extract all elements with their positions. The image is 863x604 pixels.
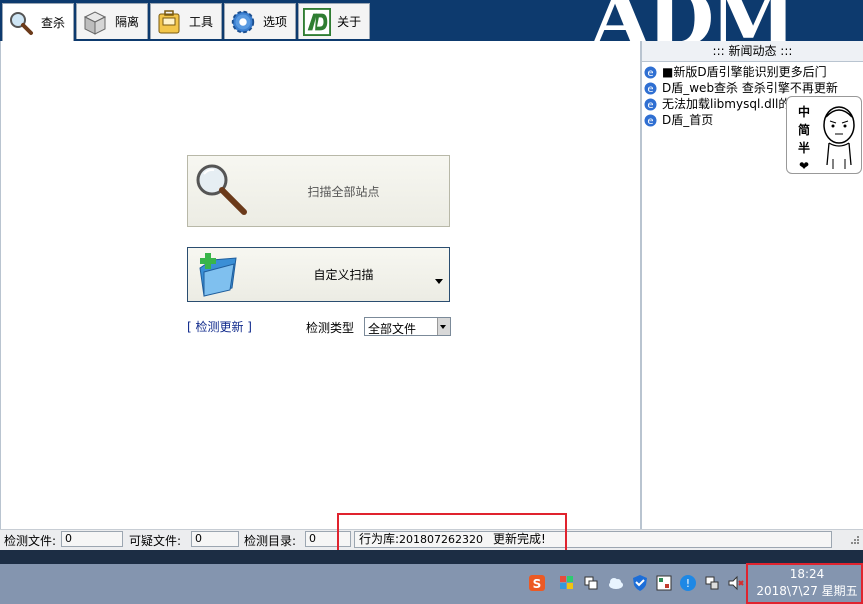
rule-label: 行为库: [359,532,400,546]
flag-icon[interactable] [557,574,575,592]
windows-icon[interactable] [582,574,600,592]
svg-text:e: e [647,84,653,95]
svg-text:S: S [533,577,542,591]
tab-label: 查杀 [41,16,66,30]
ime-charset-label: 简 [797,123,810,137]
scan-all-label: 扫描全部站点 [307,184,380,199]
ie-icon: e [644,114,657,127]
check-update-link[interactable]: [ 检测更新 ] [187,318,252,335]
cloud-icon[interactable] [607,574,625,592]
ime-width-label: 半 [797,141,810,155]
clock-date: 2018\7\27 星期五 [756,584,858,598]
help-icon[interactable]: ! [679,574,697,592]
update-done-text: 更新完成! [493,532,546,546]
ime-mascot-widget[interactable]: 中 简 半 ❤ [786,96,862,174]
files-count: 0 [61,531,123,547]
window-bottom-edge [0,550,863,564]
news-item-label: D盾_首页 [662,113,714,127]
custom-scan-button[interactable]: 自定义扫描 [187,247,450,302]
scan-panel: 扫描全部站点 自定义扫描 [ 检测更新 ] 检测类型 全部文件 [0,41,641,529]
suspicious-label: 可疑文件: [129,534,182,548]
tab-about[interactable]: 关于 [298,3,371,39]
tab-scan[interactable]: 查杀 [2,3,75,41]
scan-type-select[interactable]: 全部文件 [364,317,451,336]
mascot-figure-icon [823,106,855,169]
tab-tools[interactable]: 工具 [150,3,223,39]
scan-all-sites-button[interactable]: 扫描全部站点 [187,155,450,227]
tab-options[interactable]: 选项 [224,3,297,39]
toolbox-icon [155,8,183,36]
gear-icon [229,8,257,36]
news-item[interactable]: e D盾_web查杀 查杀引擎不再更新 [642,80,863,96]
files-label: 检测文件: [4,534,57,548]
tab-label: 隔离 [115,15,140,29]
ie-icon: e [644,66,657,79]
dirs-count: 0 [305,531,351,547]
news-item-label: ■新版D盾引擎能识别更多后门 [662,65,827,79]
tab-quarantine[interactable]: 隔离 [76,3,149,39]
box-icon [81,8,109,36]
sogou-ime-icon[interactable]: S [528,574,546,592]
svg-text:e: e [647,100,653,111]
scan-type-label: 检测类型 [306,321,355,335]
magnifier-icon [7,9,35,37]
ie-icon: e [644,98,657,111]
ime-status-column: 中 简 半 ❤ [796,103,812,175]
status-bar: 检测文件: 0 可疑文件: 0 检测目录: 0 行为库:201807262320… [0,529,863,550]
clock-time: 18:24 [789,567,825,581]
svg-text:e: e [647,116,653,127]
network-tool-icon[interactable] [655,574,673,592]
dirs-label: 检测目录: [244,534,297,548]
scan-type-value: 全部文件 [368,322,417,336]
tab-bar: 查杀 隔离 工具 选项 关于 [2,3,372,41]
ime-mode-label: 中 [797,105,810,119]
taskbar: S ! [0,564,863,604]
rule-status-message: 行为库:201807262320 更新完成! [354,531,832,548]
news-item[interactable]: e ■新版D盾引擎能识别更多后门 [642,64,863,80]
heart-icon: ❤ [798,159,810,173]
network-icon[interactable] [703,574,721,592]
dropdown-arrow-icon[interactable] [435,279,443,284]
news-title: ::: 新闻动态 ::: [642,41,863,62]
add-folder-icon [192,250,252,300]
d-shield-logo-icon [303,7,332,36]
ie-icon: e [644,82,657,95]
svg-text:!: ! [686,577,690,590]
resize-grip-icon[interactable] [850,535,860,545]
tab-label: 选项 [263,15,288,29]
chevron-down-icon[interactable] [437,318,450,335]
brand-logo-watermark: ADM [590,0,796,41]
rule-version: 201807262320 [399,533,484,546]
magnifier-icon [192,160,252,222]
tab-label: 关于 [337,15,362,29]
svg-text:e: e [647,68,653,79]
tab-label: 工具 [189,15,214,29]
shield-icon[interactable] [631,574,649,592]
news-item-label: D盾_web查杀 查杀引擎不再更新 [662,81,838,95]
custom-scan-label: 自定义扫描 [313,268,374,282]
speaker-muted-icon[interactable] [727,574,745,592]
suspicious-count: 0 [191,531,239,547]
system-clock[interactable]: 18:24 2018\7\27 星期五 [752,566,862,602]
